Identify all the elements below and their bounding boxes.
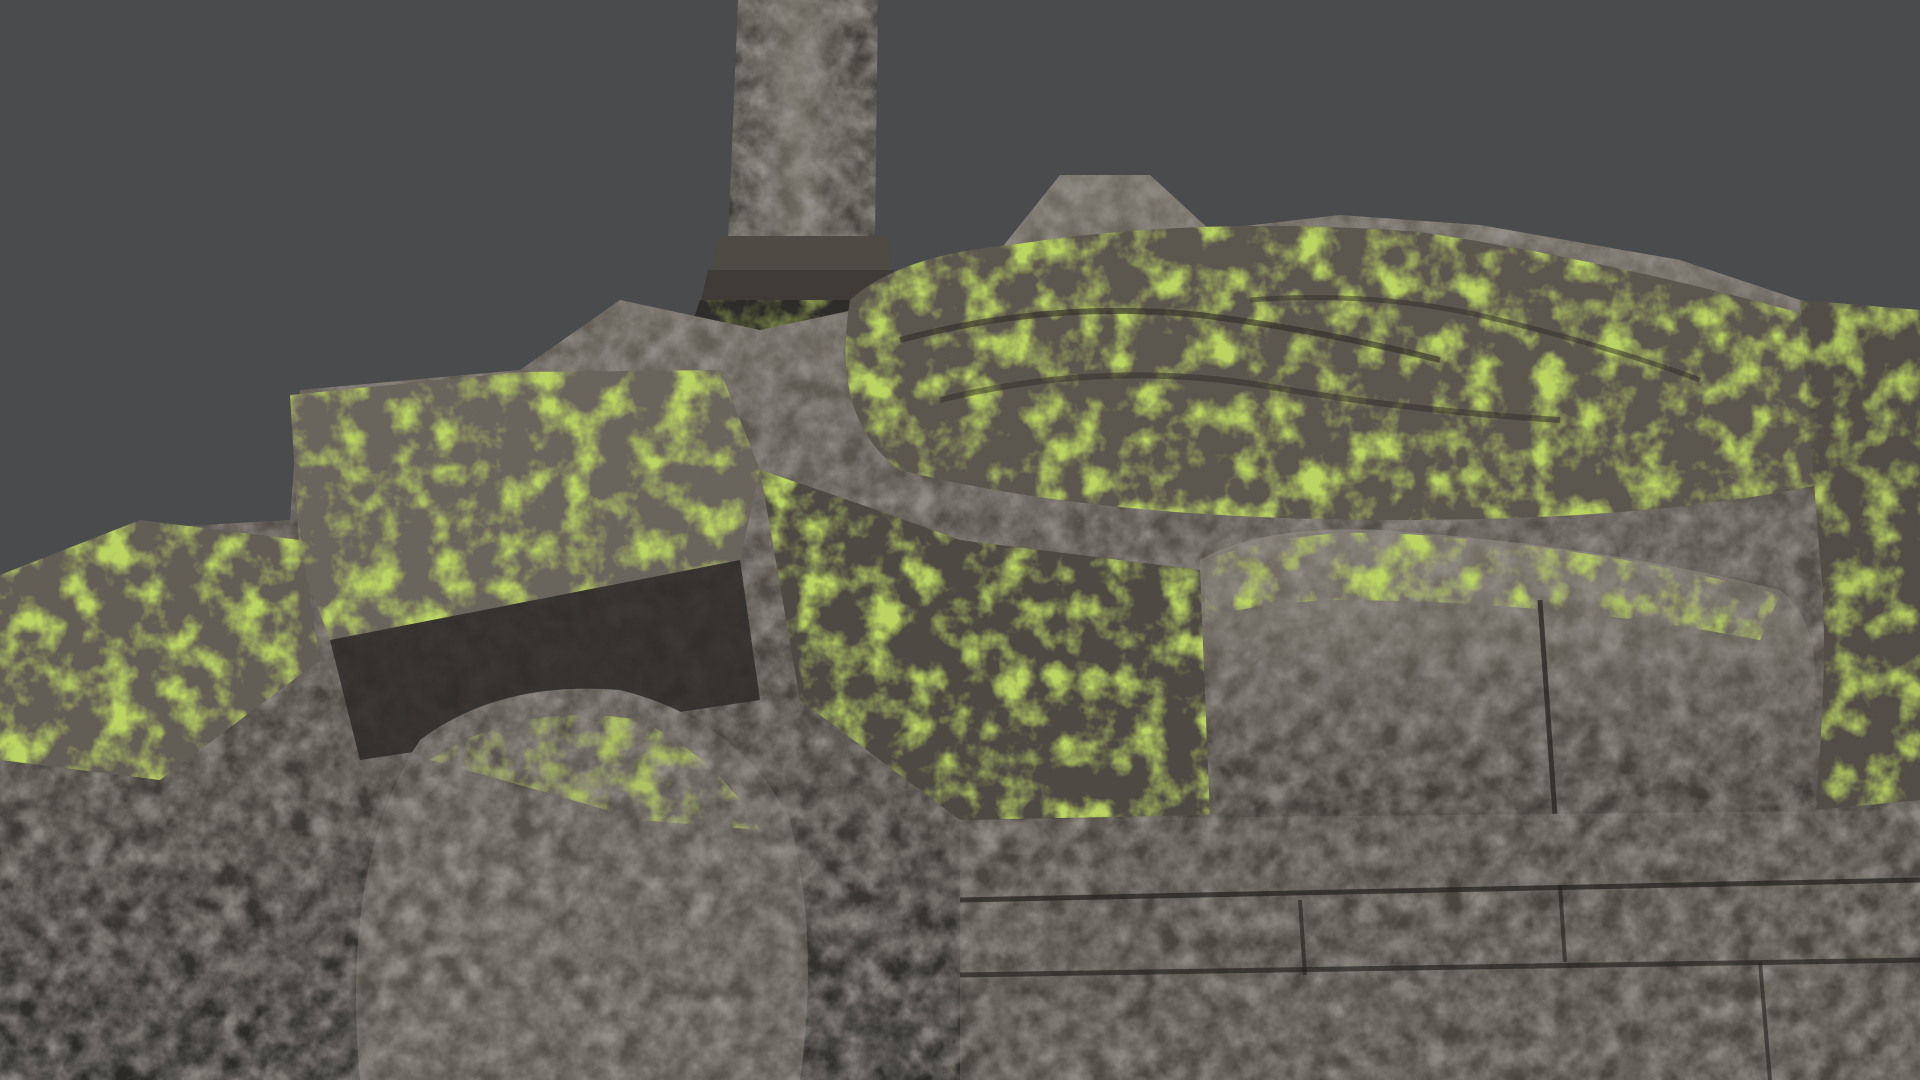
rock-scene [0,0,1920,1080]
stone-column [690,0,897,330]
render-viewport [0,0,1920,1080]
cliff-strata [959,810,1920,1080]
rock-plateau [845,225,1880,520]
